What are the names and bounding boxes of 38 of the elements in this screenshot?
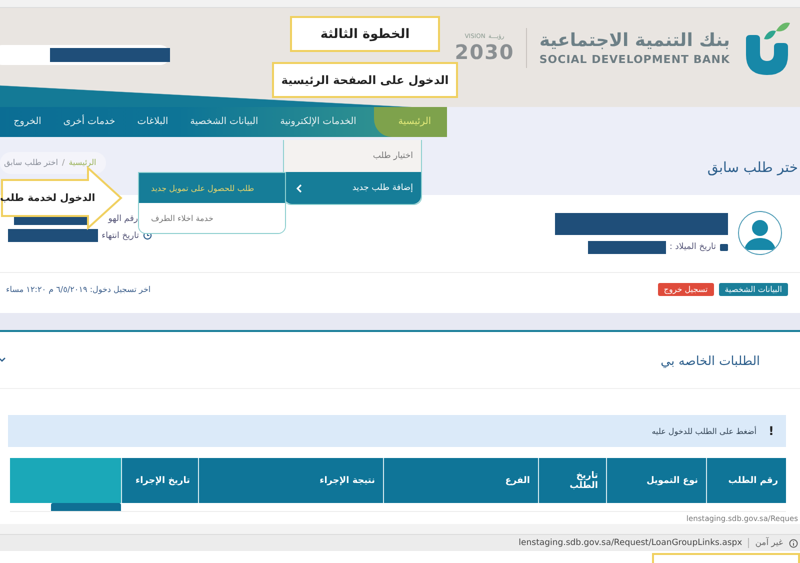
last-login-text: اخر تسجيل دخول: ٦/٥/٢٠١٩ م ١٢:٢٠ مساء (6, 285, 151, 294)
chevron-icon (296, 184, 302, 192)
calendar-icon (720, 243, 728, 252)
callout-box: الدخول على الصفحة الرئيسية (272, 62, 458, 98)
info-icon (789, 538, 798, 548)
column-header: تاريخ الطلب (538, 458, 606, 503)
security-label: غير آمن (748, 538, 783, 548)
breadcrumb-current: اختر طلب سابق (4, 158, 58, 168)
nav-tab[interactable]: الخروج (10, 106, 46, 137)
vision-year: 2030 (454, 40, 514, 64)
callout-box: الخطوة الثالثة (290, 16, 440, 52)
nav-tab[interactable]: الخدمات الإلكترونية (276, 106, 360, 137)
column-header: نوع التمويل (606, 458, 706, 503)
nav-tab[interactable]: البيانات الشخصية (186, 106, 262, 137)
column-header: تاريخ الإجراء (121, 458, 198, 503)
birth-date-label: تاريخ الميلاد : (670, 242, 716, 252)
menu-item[interactable]: إضافة طلب جديد (284, 172, 421, 204)
chevron-down-icon[interactable] (0, 357, 6, 363)
expiry-date-label: تاريخ انتهاء (102, 230, 139, 241)
avatar-icon (738, 211, 782, 256)
column-header: الفرع (383, 458, 538, 503)
profile-button[interactable]: البيانات الشخصية (718, 283, 788, 296)
column-header: رقم الطلب (706, 458, 786, 503)
id-number-label: رقم الهو (108, 214, 138, 224)
search-field[interactable] (0, 45, 170, 66)
breadcrumb-separator: / (62, 158, 65, 168)
logout-button[interactable]: تسجيل خروج (658, 283, 714, 296)
column-header: نتيجة الإجراء (198, 458, 383, 503)
bank-name-arabic: بنك التنمية الاجتماعية (539, 30, 730, 52)
alert-icon: ! (768, 424, 774, 438)
section-title: الطلبات الخاصه بي (660, 352, 760, 368)
nav-tab[interactable]: خدمات أخرى (59, 106, 120, 137)
nav-tab[interactable]: البلاغات (133, 106, 172, 137)
page-title: ختر طلب سابق (707, 160, 798, 176)
bank-name-english: SOCIAL DEVELOPMENT BANK (539, 53, 730, 66)
submenu-item[interactable]: طلب للحصول على تمويل جديد (139, 173, 285, 203)
address-bar-url[interactable]: lenstaging.sdb.gov.sa/Request/LoanGroupLinks.aspx (518, 538, 742, 548)
alert-text: أضغط على الطلب للدخول عليه (652, 426, 757, 436)
